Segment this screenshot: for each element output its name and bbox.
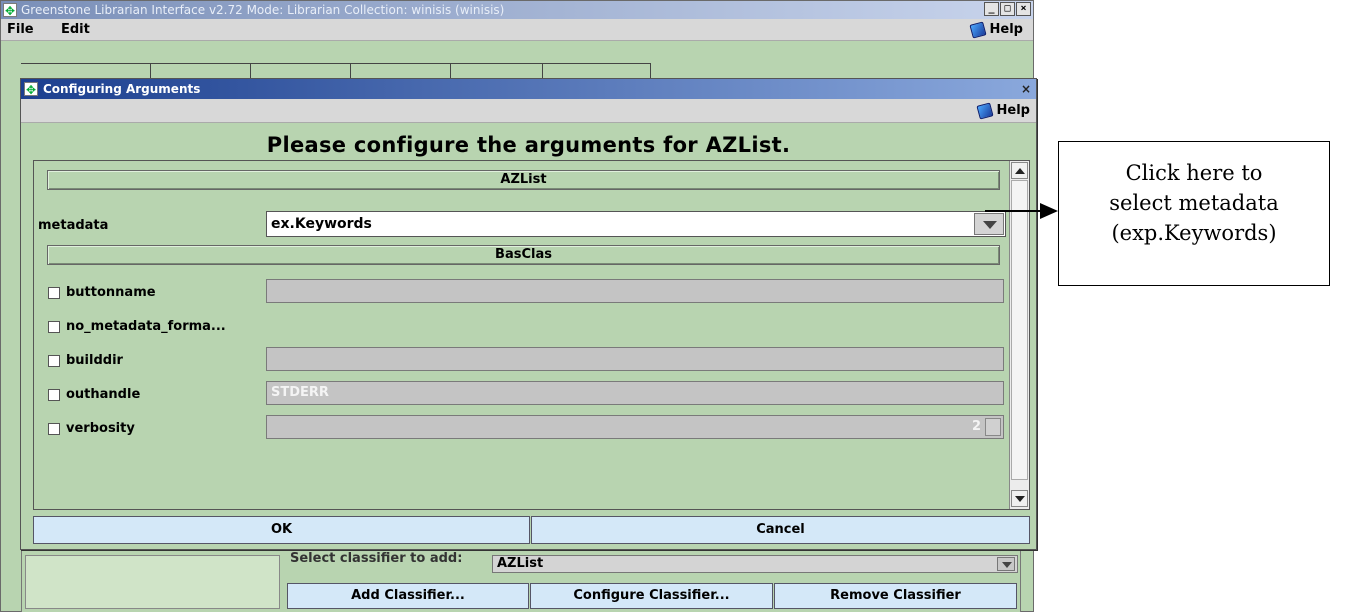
main-titlebar: ✥ Greenstone Librarian Interface v2.72 M… bbox=[1, 1, 1033, 19]
arg-outhandle-label: outhandle bbox=[66, 387, 141, 402]
checkbox-icon[interactable] bbox=[48, 286, 60, 299]
dialog-app-icon: ✥ bbox=[24, 82, 38, 97]
dialog-titlebar: ✥ Configuring Arguments × bbox=[21, 79, 1036, 99]
main-help-link[interactable]: Help bbox=[968, 19, 1023, 41]
arg-buttonname-label: buttonname bbox=[66, 285, 156, 300]
buttonname-field[interactable] bbox=[266, 279, 1004, 303]
checkbox-icon[interactable] bbox=[48, 388, 60, 401]
dialog-close-icon[interactable]: × bbox=[1019, 82, 1033, 96]
arg-verbosity-label: verbosity bbox=[66, 421, 135, 436]
vertical-scrollbar[interactable] bbox=[1009, 161, 1029, 509]
add-classifier-button[interactable]: Add Classifier... bbox=[287, 583, 529, 609]
classifier-list[interactable] bbox=[25, 555, 280, 609]
arg-buttonname[interactable]: buttonname bbox=[48, 285, 156, 300]
verbosity-field[interactable]: 2 bbox=[266, 415, 1004, 439]
scroll-down-icon[interactable] bbox=[1011, 490, 1028, 507]
metadata-combobox[interactable]: ex.Keywords bbox=[266, 211, 1006, 237]
app-icon: ✥ bbox=[3, 3, 17, 18]
arg-no-metadata-format-label: no_metadata_forma... bbox=[66, 319, 226, 334]
help-icon bbox=[968, 21, 987, 39]
dialog-help-bar: Help bbox=[21, 99, 1036, 123]
spinner-icon[interactable] bbox=[985, 418, 1001, 436]
outhandle-field[interactable]: STDERR bbox=[266, 381, 1004, 405]
callout-line-1: Click here to bbox=[1125, 161, 1263, 185]
cancel-button[interactable]: Cancel bbox=[531, 516, 1030, 544]
classifier-area: Select classifier to add: AZList Add Cla… bbox=[21, 548, 1021, 612]
callout-line-3: (exp.Keywords) bbox=[1111, 221, 1277, 245]
dialog-help-label: Help bbox=[996, 103, 1030, 118]
window-controls: _ □ × bbox=[984, 2, 1031, 16]
callout-line-2: select metadata bbox=[1109, 191, 1279, 215]
scroll-up-icon[interactable] bbox=[1011, 162, 1028, 179]
checkbox-icon[interactable] bbox=[48, 422, 60, 435]
classifier-select-value: AZList bbox=[497, 556, 544, 571]
verbosity-value: 2 bbox=[971, 419, 981, 434]
checkbox-icon[interactable] bbox=[48, 354, 60, 367]
section-azlist: AZList bbox=[47, 170, 1000, 190]
arg-builddir[interactable]: builddir bbox=[48, 353, 123, 368]
dialog-help-link[interactable]: Help bbox=[975, 99, 1030, 123]
dialog-heading: Please configure the arguments for AZLis… bbox=[266, 133, 791, 157]
menubar: File Edit Help bbox=[1, 19, 1033, 41]
checkbox-icon[interactable] bbox=[48, 320, 60, 333]
help-icon bbox=[975, 102, 994, 120]
main-title: Greenstone Librarian Interface v2.72 Mod… bbox=[21, 3, 505, 17]
select-classifier-label: Select classifier to add: bbox=[290, 551, 463, 566]
arg-outhandle[interactable]: outhandle bbox=[48, 387, 140, 402]
section-basclas: BasClas bbox=[47, 245, 1000, 265]
metadata-label: metadata bbox=[38, 218, 109, 233]
ok-button[interactable]: OK bbox=[33, 516, 530, 544]
arrow-icon bbox=[1040, 203, 1058, 219]
scroll-thumb[interactable] bbox=[1011, 180, 1028, 480]
dropdown-arrow-icon[interactable] bbox=[974, 213, 1004, 235]
callout-arrow-line bbox=[985, 210, 1043, 212]
menu-edit[interactable]: Edit bbox=[61, 19, 90, 41]
configure-classifier-button[interactable]: Configure Classifier... bbox=[530, 583, 773, 609]
menu-file[interactable]: File bbox=[7, 19, 34, 41]
classifier-select[interactable]: AZList bbox=[492, 555, 1018, 573]
remove-classifier-button[interactable]: Remove Classifier bbox=[774, 583, 1017, 609]
configuring-arguments-dialog: ✥ Configuring Arguments × Help Please co… bbox=[20, 78, 1037, 550]
arg-builddir-label: builddir bbox=[66, 353, 123, 368]
arg-no-metadata-format[interactable]: no_metadata_forma... bbox=[48, 319, 226, 334]
arguments-panel: AZList metadata ex.Keywords BasClas butt… bbox=[33, 160, 1030, 510]
arg-verbosity[interactable]: verbosity bbox=[48, 421, 135, 436]
callout-box: Click here to select metadata (exp.Keywo… bbox=[1058, 141, 1330, 286]
dialog-title: Configuring Arguments bbox=[43, 82, 201, 96]
builddir-field[interactable] bbox=[266, 347, 1004, 371]
main-help-label: Help bbox=[989, 22, 1023, 37]
close-button[interactable]: × bbox=[1016, 2, 1031, 16]
dropdown-arrow-icon[interactable] bbox=[997, 557, 1015, 571]
maximize-button[interactable]: □ bbox=[1000, 2, 1015, 16]
minimize-button[interactable]: _ bbox=[984, 2, 999, 16]
